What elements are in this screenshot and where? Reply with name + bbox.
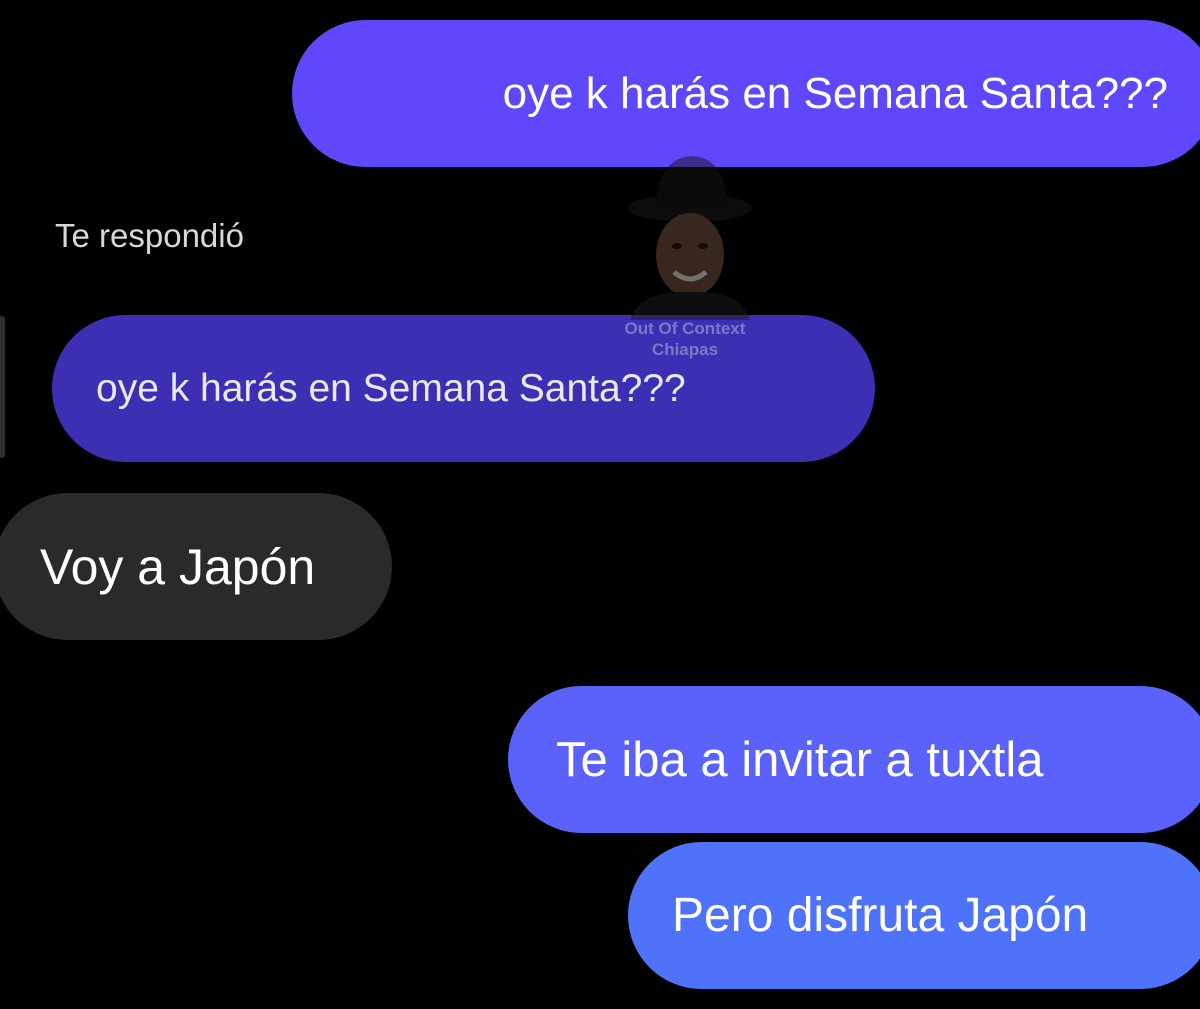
received-message-bubble[interactable]: Voy a Japón [0, 493, 392, 640]
message-text: Voy a Japón [40, 538, 316, 595]
message-text: Pero disfruta Japón [672, 889, 1089, 942]
watermark-line2: Chiapas [651, 340, 719, 359]
sent-message-bubble[interactable]: Pero disfruta Japón [628, 842, 1200, 989]
watermark-line1: Out Of Context [624, 319, 746, 338]
watermark-portrait-icon [628, 156, 752, 320]
message-text: oye k harás en Semana Santa??? [502, 68, 1168, 118]
reply-quote-bar [0, 316, 5, 458]
watermark-text: Out Of Context Chiapas [600, 318, 770, 360]
message-text: Te iba a invitar a tuxtla [556, 732, 1044, 787]
sent-message-bubble[interactable]: Te iba a invitar a tuxtla [508, 686, 1200, 833]
sent-message-bubble[interactable]: oye k harás en Semana Santa??? [292, 20, 1200, 167]
message-text: oye k harás en Semana Santa??? [96, 366, 686, 410]
watermark: Out Of Context Chiapas [600, 150, 770, 370]
reply-indicator-label: Te respondió [55, 217, 244, 254]
